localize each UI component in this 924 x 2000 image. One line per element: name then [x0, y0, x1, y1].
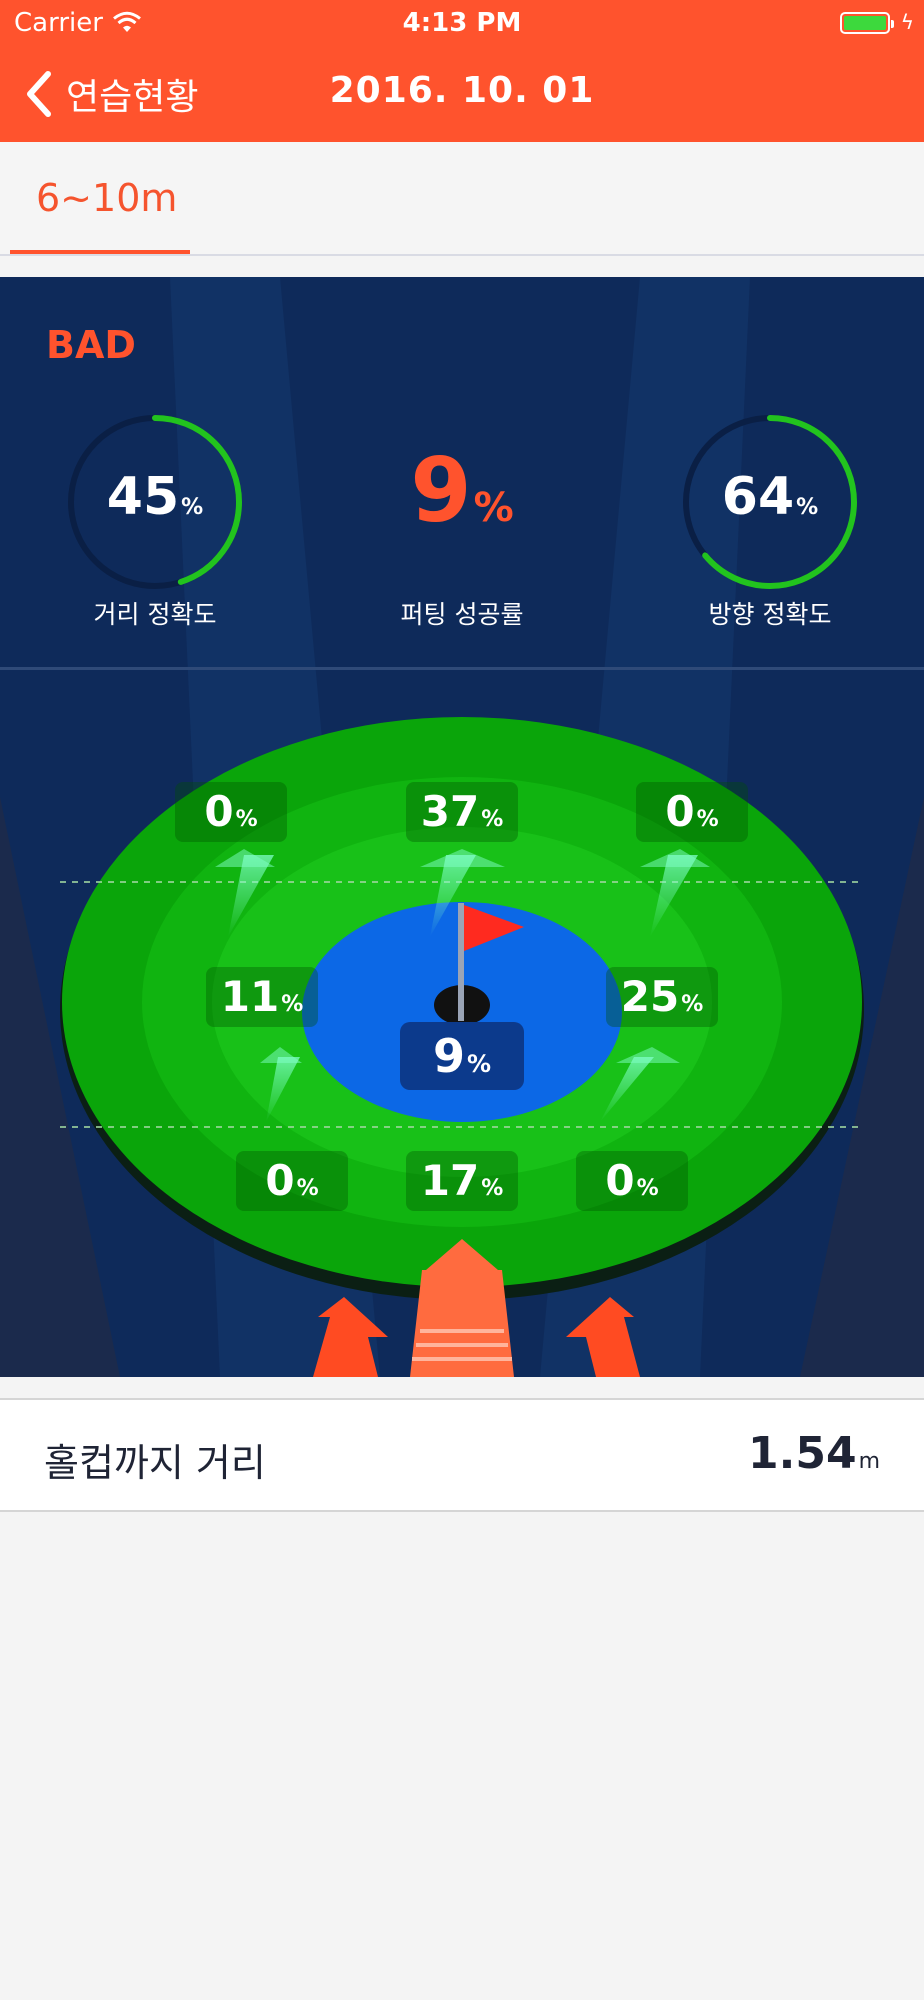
- charging-icon: ϟ: [900, 10, 914, 34]
- practice-result-panel: BAD 45% 거리 정확도 9% 퍼팅 성공률 64% 방향 정확도 0% 3…: [0, 277, 924, 1377]
- distance-tab-bar: 6~10m: [0, 142, 924, 256]
- status-bar: Carrier 4:13 PM ϟ: [0, 0, 924, 46]
- status-time: 4:13 PM: [402, 8, 522, 38]
- zone-top-right: 0%: [636, 782, 748, 842]
- distance-to-cup-row: 홀컵까지 거리 1.54m: [0, 1398, 924, 1512]
- zone-bottom-center: 17%: [406, 1151, 518, 1211]
- tab-selected-indicator: [10, 250, 190, 254]
- navigation-header: Carrier 4:13 PM ϟ 연습현황 2016. 10. 01: [0, 0, 924, 142]
- distance-to-cup-label: 홀컵까지 거리: [44, 1441, 266, 1485]
- zone-top-left: 0%: [175, 782, 287, 842]
- zone-bottom-left: 0%: [236, 1151, 348, 1211]
- zone-top-center: 37%: [406, 782, 518, 842]
- zone-center: 9%: [400, 1022, 524, 1090]
- tab-6-10m[interactable]: 6~10m: [10, 142, 190, 254]
- tab-label: 6~10m: [36, 176, 178, 220]
- battery-icon: [840, 12, 894, 34]
- distance-to-cup-value: 1.54m: [748, 1428, 880, 1479]
- app-root: Carrier 4:13 PM ϟ 연습현황 2016. 10. 01 6~10…: [0, 0, 924, 2000]
- zone-bottom-right: 0%: [576, 1151, 688, 1211]
- zone-mid-right: 25%: [606, 967, 718, 1027]
- page-title: 2016. 10. 01: [329, 70, 595, 111]
- zone-mid-left: 11%: [206, 967, 318, 1027]
